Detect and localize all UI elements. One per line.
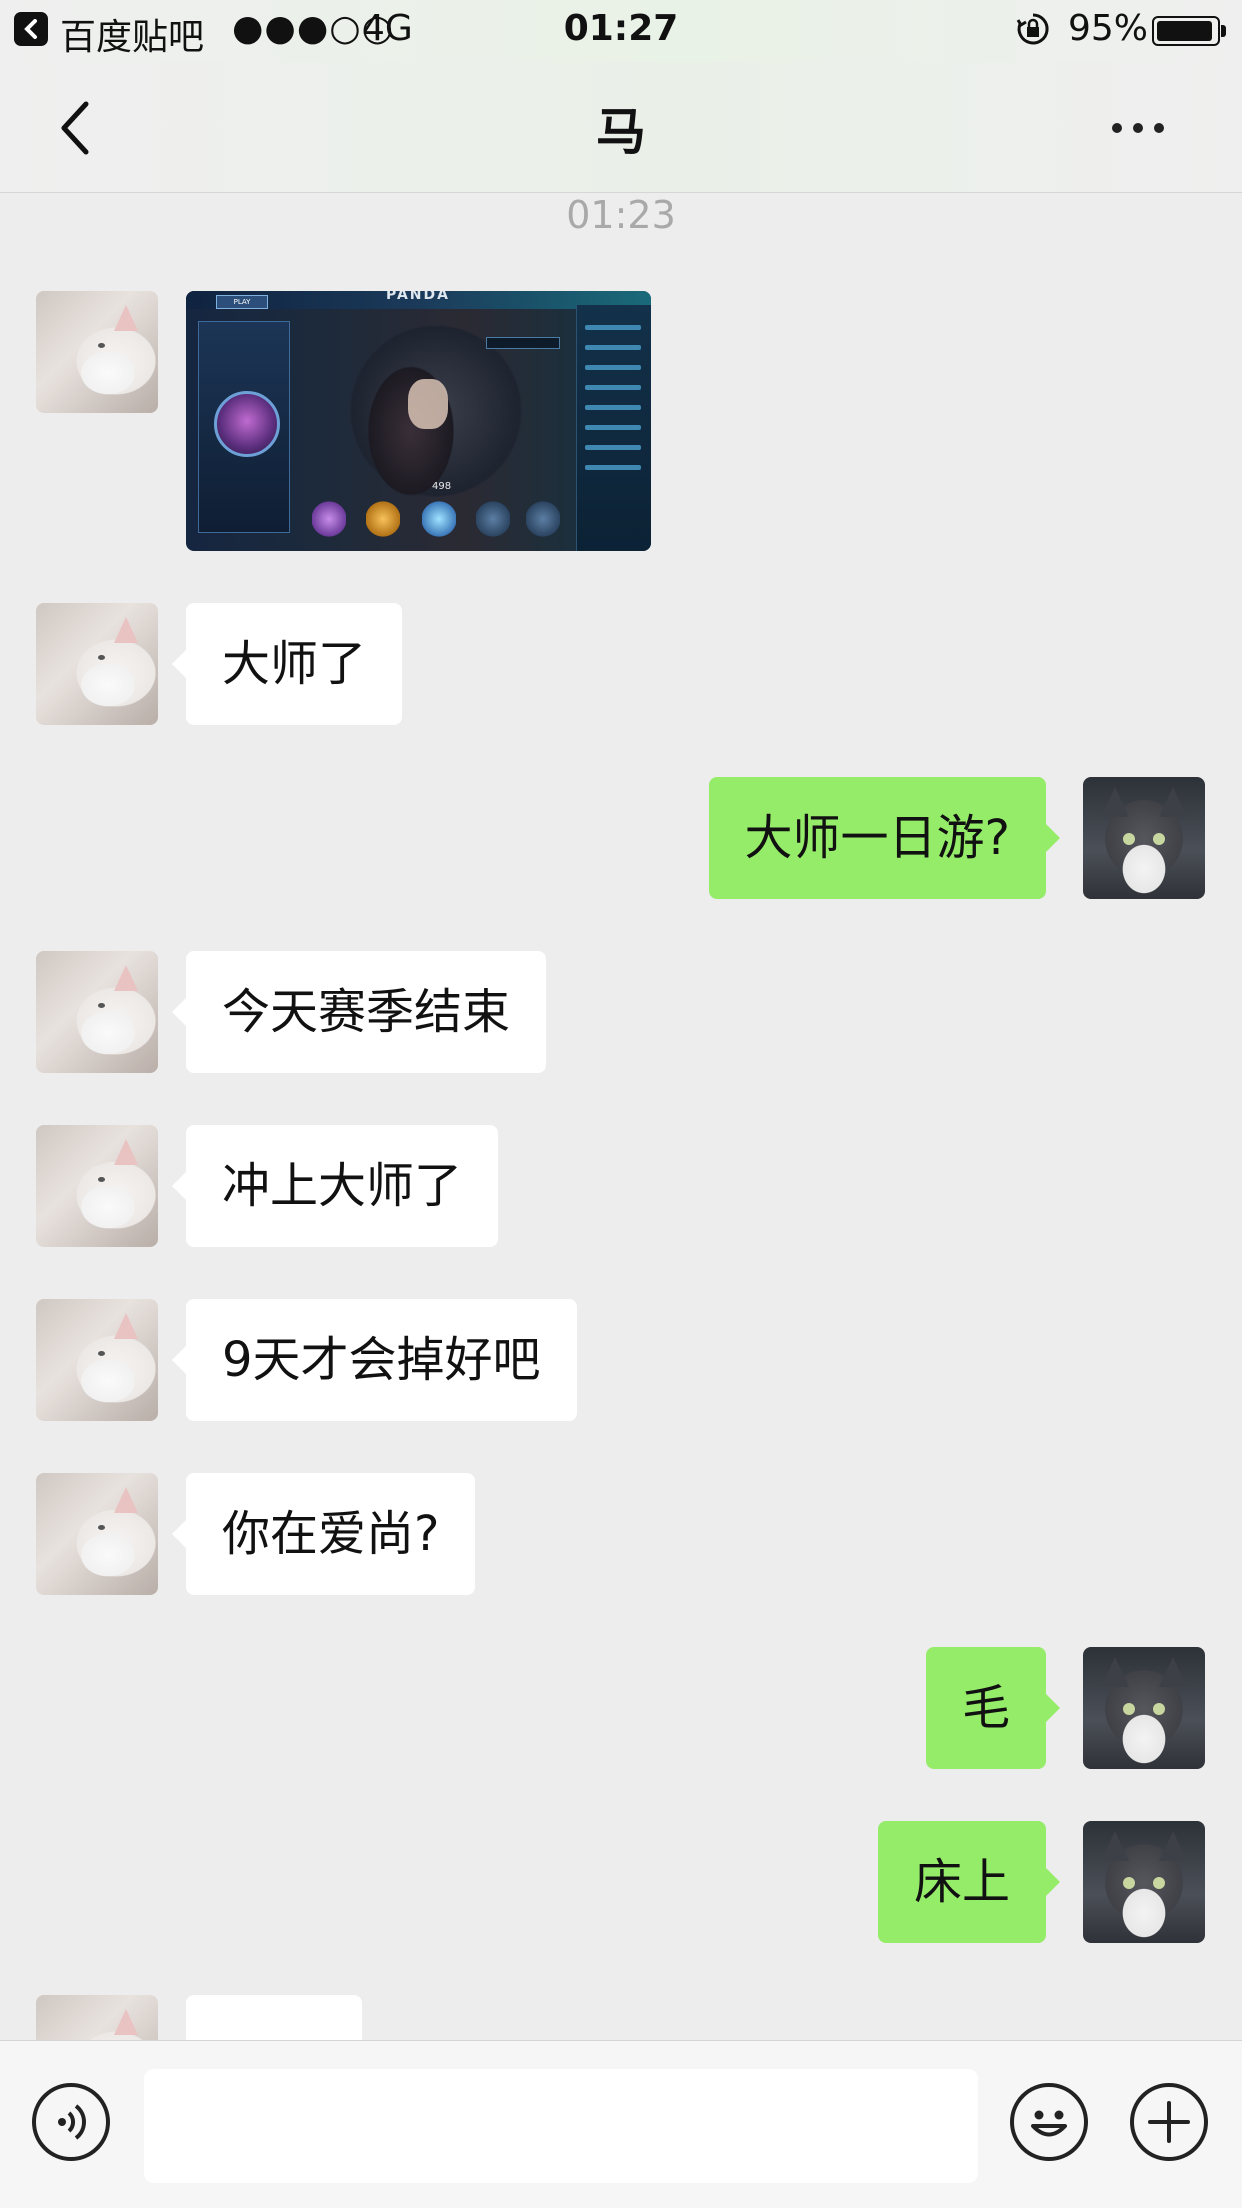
self-avatar[interactable] (1083, 1821, 1205, 1943)
emoji-icon[interactable] (1010, 2083, 1088, 2161)
chat-screen: 百度贴吧 ●●●○○ 4G 01:27 95% 马 01:23 PANDA PL… (0, 0, 1242, 2208)
image-banner-text: PANDA (386, 291, 450, 303)
image-hero-figure (336, 331, 486, 531)
contact-avatar[interactable] (36, 603, 158, 725)
battery-percent: 95% (1068, 8, 1149, 49)
message-timestamp: 01:23 (566, 193, 676, 237)
self-avatar[interactable] (1083, 1647, 1205, 1769)
input-bar (0, 2040, 1242, 2208)
rank-badge-icon (366, 501, 400, 537)
rank-badge-icon (476, 501, 510, 537)
contact-avatar[interactable] (36, 1473, 158, 1595)
message-list[interactable]: 01:23 PANDA PLAY 498 大师了 大师一日游? 今天赛季结束 冲… (0, 193, 1242, 2040)
battery-icon (1152, 16, 1220, 46)
message-bubble[interactable]: 今天赛季结束 (171, 951, 547, 1073)
message-bubble[interactable]: 大师了 (171, 603, 403, 725)
message-input[interactable] (144, 2069, 978, 2183)
contact-avatar[interactable] (36, 1125, 158, 1247)
message-bubble[interactable]: 床上 (877, 1821, 1061, 1943)
image-profile-icon (214, 391, 280, 457)
image-hero-face (408, 379, 448, 429)
message-bubble[interactable]: 毛 (925, 1647, 1061, 1769)
more-dots-icon[interactable] (1112, 118, 1182, 138)
contact-avatar[interactable] (36, 291, 158, 413)
message-bubble[interactable]: 大师一日游? (708, 777, 1061, 899)
contact-avatar[interactable] (36, 1299, 158, 1421)
contact-avatar[interactable] (36, 1995, 158, 2040)
rank-badge-icon (312, 501, 346, 537)
rank-badge-icon (526, 501, 560, 537)
plus-icon[interactable] (1130, 2083, 1208, 2161)
nav-bar: 马 (0, 62, 1242, 193)
rank-badge-icon (422, 501, 456, 537)
contact-avatar[interactable] (36, 951, 158, 1073)
message-bubble[interactable]: 冲上大师了 (171, 1125, 499, 1247)
chat-title: 马 (596, 103, 646, 161)
message-bubble[interactable]: 你在爱尚? (171, 1473, 476, 1595)
voice-icon[interactable] (32, 2083, 110, 2161)
message-bubble[interactable]: 9天才会掉好吧 (172, 1299, 577, 1421)
rotation-lock-icon (1016, 12, 1050, 46)
image-friend-list (576, 305, 651, 551)
image-play-label: PLAY (216, 295, 268, 309)
status-time: 01:27 (563, 8, 679, 49)
self-avatar[interactable] (1083, 777, 1205, 899)
battery-level (1157, 21, 1212, 41)
image-message[interactable]: PANDA PLAY 498 (186, 291, 651, 551)
image-search-bar (486, 337, 560, 349)
battery-tip (1221, 25, 1226, 37)
message-bubble[interactable] (186, 1995, 362, 2040)
image-score: 498 (432, 481, 452, 492)
status-bar: 百度贴吧 ●●●○○ 4G 01:27 95% (0, 0, 1242, 62)
